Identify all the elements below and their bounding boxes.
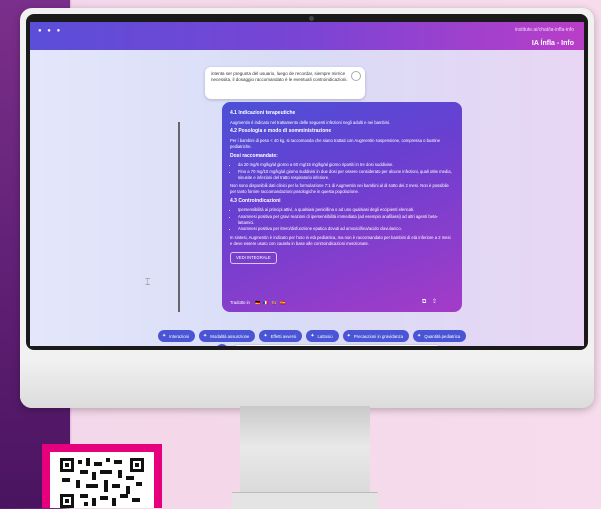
list-item: Anamnesi positiva per ittero/disfunzione… [238,226,454,232]
qr-code[interactable] [50,452,154,508]
chat-input-row: ✦ [216,344,446,346]
sparkle-icon: ✦ [310,333,315,339]
assistant-response-card: 4.1 Indicazioni terapeutiche Augmentin è… [222,102,462,312]
url-bar[interactable]: institute.ai/chat/ia-infla-info [515,27,574,33]
scrollbar[interactable] [178,122,180,312]
camera-icon [309,16,314,21]
section-text: Augmentin è indicato nel trattamento del… [230,119,391,125]
summary-text: In sintesi, Augmentin è indicato per l'u… [230,235,451,246]
see-full-button[interactable]: VEDI INTEGRALE [230,252,277,265]
qr-code-frame [42,444,162,508]
mouse-cursor-icon: ⌶ [145,277,151,287]
section-text: Per i bambini di peso < 40 kg, si raccom… [230,138,441,149]
dosing-list: da 20 mg/5 mg/kg/al giorno a 60 mg/15 mg… [230,162,454,180]
qr-code-icon [60,458,144,508]
list-item: Anamnesi positiva per gravi reazioni di … [238,214,454,225]
section-title: 4.2 Posologia e modo di somministrazione [230,128,332,135]
chip-label: Lattosio [317,333,333,339]
copy-icon[interactable]: ⧉ [422,299,426,305]
chip-interazioni[interactable]: ✦ Interazioni [158,330,196,342]
sparkle-icon: ✦ [346,333,351,339]
section-title: 4.1 Indicazioni terapeutiche [230,110,296,116]
chat-input[interactable] [232,344,442,346]
app-title: IA Ínfla - Info [531,40,574,47]
user-message-bubble: intenta ser pregunta del usuario, luego … [205,67,365,99]
chip-gravidanza[interactable]: ✦ Precauzioni in gravidanza [342,330,410,342]
language-flags[interactable]: 🇩🇪 🇫🇷 🇬🇧 🇪🇸 [255,300,286,305]
monitor-chin [20,356,594,408]
chip-label: Effetti avversi [270,333,297,339]
section-text: Non sono disponibili dati clinici per la… [230,183,449,194]
window-controls-icon[interactable]: ● ● ● [38,28,62,34]
list-item: da 20 mg/5 mg/kg/al giorno a 60 mg/15 mg… [238,162,454,168]
monitor: ● ● ● institute.ai/chat/ia-infla-info IA… [20,8,594,408]
app-header: ● ● ● institute.ai/chat/ia-infla-info IA… [30,22,584,50]
help-icon[interactable] [351,71,361,81]
sparkle-icon: ✦ [203,333,208,339]
assistant-icon[interactable]: ✦ [216,344,228,346]
chip-label: Precauzioni in gravidanza [353,333,404,339]
chip-label: Modalità assunzione [210,333,250,339]
contraindications-list: Ipersensibilità ai principi attivi, a qu… [230,207,454,232]
monitor-stand-foot [232,492,378,509]
section-title: 4.3 Controindicazioni [230,197,281,204]
list-item: Fino a 70 mg/10 mg/kg/al giorno suddivis… [238,169,454,180]
chip-lattosio[interactable]: ✦ Lattosio [306,330,339,342]
translated-label: Tradotto in [230,300,250,306]
sparkle-icon: ✦ [263,333,268,339]
list-item: Ipersensibilità ai principi attivi, a qu… [238,207,454,213]
chip-label: Quantità pediatrica [424,333,461,339]
app-screen: ● ● ● institute.ai/chat/ia-infla-info IA… [30,22,584,346]
sparkle-icon: ✦ [417,333,422,339]
share-icon[interactable]: ⇪ [432,299,437,305]
user-message-text: intenta ser pregunta del usuario, luego … [211,71,348,82]
translation-footer: Tradotto in 🇩🇪 🇫🇷 🇬🇧 🇪🇸 [230,300,286,306]
chip-modalita-assunzione[interactable]: ✦ Modalità assunzione [199,330,256,342]
suggestion-chips: ✦ Interazioni ✦ Modalità assunzione ✦ Effet… [158,330,570,342]
sparkle-icon: ✦ [162,333,167,339]
chip-effetti-avversi[interactable]: ✦ Effetti avversi [259,330,303,342]
chip-quantita-pediatrica[interactable]: ✦ Quantità pediatrica [413,330,467,342]
chip-label: Interazioni [169,333,190,339]
section-title: Dosi raccomandate: [230,152,278,159]
card-actions: ⧉ ⇪ [422,298,441,306]
monitor-bezel: ● ● ● institute.ai/chat/ia-infla-info IA… [26,14,588,350]
